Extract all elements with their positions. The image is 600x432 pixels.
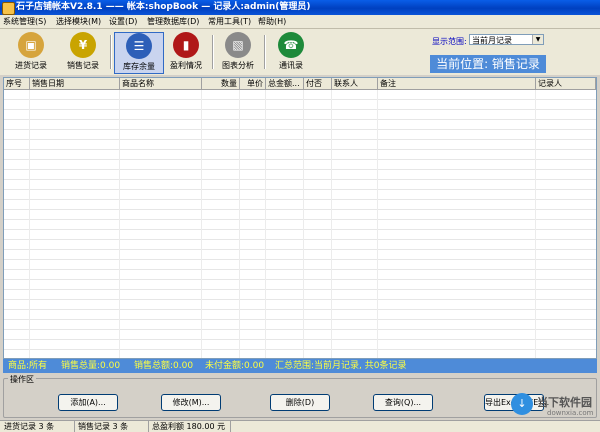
books-icon: ▮ [173,32,199,58]
query-button[interactable]: 查询(Q)... [373,394,433,411]
col-recorder[interactable]: 记录人 [536,78,596,89]
delete-button[interactable]: 删除(D) [270,394,330,411]
watermark: ↓ 当下软件园 downxia.com [511,392,597,418]
edit-button[interactable]: 修改(M)... [161,394,221,411]
sales-records-button[interactable]: ¥ 销售记录 [59,32,107,72]
grid-line [265,90,266,358]
summary-amount: 销售总额:0.00 [134,361,194,371]
window-title: 石子店铺帐本V2.8.1 —— 帐本:shopBook — 记录人:admin(… [16,2,311,12]
status-purchase-count: 进货记录 3 条 [4,422,55,431]
table-header: 序号 销售日期 商品名称 数量 单价 总金额... 付否 联系人 备注 记录人 [4,78,596,90]
stack-icon: ☰ [126,33,152,59]
purchase-records-button[interactable]: ▣ 进货记录 [7,32,55,72]
grid-line [331,90,332,358]
menu-bar: 系统管理(S) 选择模块(M) 设置(D) 管理数据库(D) 常用工具(T) 帮… [0,15,600,29]
watermark-title: 当下软件园 [537,396,592,409]
chart-analysis-label: 图表分析 [222,61,254,70]
col-remarks[interactable]: 备注 [378,78,536,89]
summary-bar: 商品:所有 销售总量:0.00 销售总额:0.00 未付金额:0.00 汇总范围… [3,359,597,373]
operation-area-label: 操作区 [8,374,36,385]
status-sales-count: 销售记录 3 条 [78,422,129,431]
profit-label: 盈利情况 [170,61,202,70]
range-select[interactable]: 当前月记录 ▼ [469,34,544,45]
contacts-button[interactable]: ☎ 通讯录 [267,32,315,72]
menu-tools[interactable]: 常用工具(T) [208,16,251,27]
inventory-label: 库存余量 [123,62,155,71]
add-button[interactable]: 添加(A)... [58,394,118,411]
col-product-name[interactable]: 商品名称 [120,78,202,89]
menu-system[interactable]: 系统管理(S) [3,16,46,27]
contacts-label: 通讯录 [279,61,303,70]
grid-line [119,90,120,358]
summary-unpaid: 未付金额:0.00 [205,361,265,371]
menu-module[interactable]: 选择模块(M) [56,16,101,27]
col-contact[interactable]: 联系人 [332,78,378,89]
status-separator [148,421,149,432]
menu-help[interactable]: 帮助(H) [258,16,286,27]
menu-database[interactable]: 管理数据库(D) [147,16,199,27]
grid-line [29,90,30,358]
money-bag-icon: ¥ [70,32,96,58]
status-separator [230,421,231,432]
chart-analysis-button[interactable]: ▧ 图表分析 [214,32,262,72]
summary-goods: 商品:所有 [8,361,48,371]
title-bar: 石子店铺帐本V2.8.1 —— 帐本:shopBook — 记录人:admin(… [0,0,600,15]
toolbar-separator [264,35,266,69]
profit-button[interactable]: ▮ 盈利情况 [162,32,210,72]
box-icon: ▣ [18,32,44,58]
col-sale-date[interactable]: 销售日期 [30,78,120,89]
sales-table[interactable]: 序号 销售日期 商品名称 数量 单价 总金额... 付否 联系人 备注 记录人 [3,77,597,359]
col-index[interactable]: 序号 [4,78,30,89]
inventory-button[interactable]: ☰ 库存余量 [114,32,164,74]
grid-line [239,90,240,358]
status-total-profit: 总盈利额 180.00 元 [152,422,226,431]
summary-quantity: 销售总量:0.00 [61,361,121,371]
toolbar-separator [110,35,112,69]
download-logo-icon: ↓ [511,393,533,415]
range-label: 显示范围: [432,37,467,46]
watermark-url: downxia.com [547,409,594,417]
grid-line [377,90,378,358]
chart-icon: ▧ [225,32,251,58]
status-separator [74,421,75,432]
summary-scope: 汇总范围:当前月记录, 共0条记录 [275,361,407,371]
grid-line [201,90,202,358]
col-unit-price[interactable]: 单价 [240,78,266,89]
sales-records-label: 销售记录 [67,61,99,70]
status-bar: 进货记录 3 条 销售记录 3 条 总盈利额 180.00 元 [0,420,600,432]
col-paid[interactable]: 付否 [304,78,332,89]
app-icon [2,2,15,15]
chevron-down-icon[interactable]: ▼ [532,35,543,44]
current-location: 当前位置: 销售记录 [430,55,546,73]
phone-icon: ☎ [278,32,304,58]
grid-line [303,90,304,358]
col-quantity[interactable]: 数量 [202,78,240,89]
menu-settings[interactable]: 设置(D) [109,16,137,27]
table-body [4,90,596,358]
grid-line [535,90,536,358]
col-total-amount[interactable]: 总金额... [266,78,304,89]
range-select-value: 当前月记录 [472,36,512,45]
purchase-records-label: 进货记录 [15,61,47,70]
